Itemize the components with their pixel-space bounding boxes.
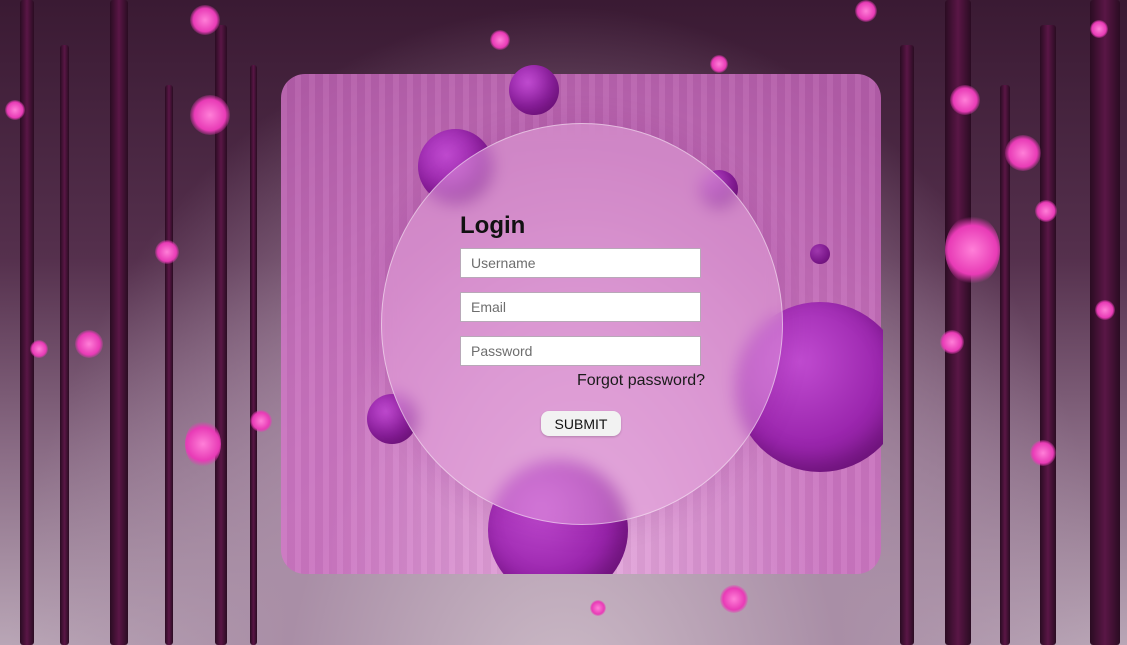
submit-button[interactable]: SUBMIT <box>541 411 621 436</box>
username-input[interactable] <box>460 248 701 278</box>
decorative-orb <box>810 244 830 264</box>
decorative-orb <box>509 65 559 115</box>
forgot-password-link[interactable]: Forgot password? <box>577 372 705 390</box>
email-input[interactable] <box>460 292 701 322</box>
login-title: Login <box>460 212 526 239</box>
password-input[interactable] <box>460 336 701 366</box>
login-page: Login Forgot password? SUBMIT <box>0 0 1127 645</box>
glass-circle <box>381 123 783 525</box>
